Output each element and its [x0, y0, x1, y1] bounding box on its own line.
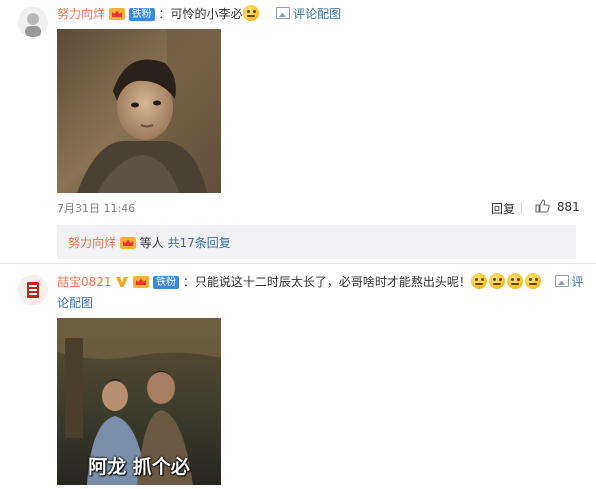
reply-summary-text: 等人: [139, 236, 164, 250]
fan-badge[interactable]: 铁粉: [153, 276, 180, 289]
emoji-icon: [506, 273, 523, 289]
like-button[interactable]: 881: [535, 199, 580, 214]
comment-header: 努力向烊 铁粉 ：可怜的小李必 评论配图: [57, 5, 341, 22]
laugh-cry-emoji-icon: [242, 5, 259, 21]
emoji-icon: [488, 273, 505, 289]
crown-icon: [108, 7, 125, 20]
reply-summary[interactable]: 努力向烊 等人 共17条回复: [57, 225, 576, 259]
crown-icon: [133, 275, 150, 288]
separator: [0, 263, 596, 264]
view-image-link[interactable]: 评论配图: [293, 7, 341, 21]
avatar-image: [18, 275, 48, 305]
comment-header: 喆宝0821 铁粉 ：只能说这十二时辰太长了，必哥啥时才能熬出头呢！ 评: [57, 273, 584, 292]
fan-badge[interactable]: 铁粉: [128, 8, 155, 21]
verified-v-icon: [115, 275, 129, 292]
emoji-icon: [470, 273, 487, 289]
comment-text: ：可怜的小李必: [158, 7, 243, 21]
comment-text: ：只能说这十二时辰太长了，必哥啥时才能熬出头呢！: [182, 275, 471, 289]
comment-image[interactable]: 阿龙 抓个必: [57, 318, 221, 485]
view-image-link-continued[interactable]: 论配图: [57, 296, 93, 310]
thumbs-up-icon: [535, 199, 550, 213]
image-icon: [276, 7, 291, 19]
reply-username[interactable]: 努力向烊: [68, 236, 116, 250]
crown-icon: [119, 236, 136, 249]
avatar[interactable]: [18, 7, 48, 37]
reply-button[interactable]: 回复: [491, 200, 515, 217]
emoji-icon: [524, 273, 541, 289]
username[interactable]: 喆宝0821: [57, 275, 112, 289]
avatar-image: [18, 7, 48, 37]
timestamp: 7月31日 11:46: [57, 202, 136, 215]
like-count: 881: [556, 200, 580, 214]
avatar[interactable]: [18, 275, 48, 305]
image-caption: 阿龙 抓个必: [88, 456, 190, 478]
username[interactable]: 努力向烊: [57, 7, 105, 21]
view-replies-link[interactable]: 共17条回复: [168, 236, 231, 250]
divider: [521, 202, 522, 214]
image-icon: [554, 275, 569, 287]
comment-image[interactable]: [57, 29, 221, 193]
view-image-link[interactable]: 评: [572, 275, 584, 289]
